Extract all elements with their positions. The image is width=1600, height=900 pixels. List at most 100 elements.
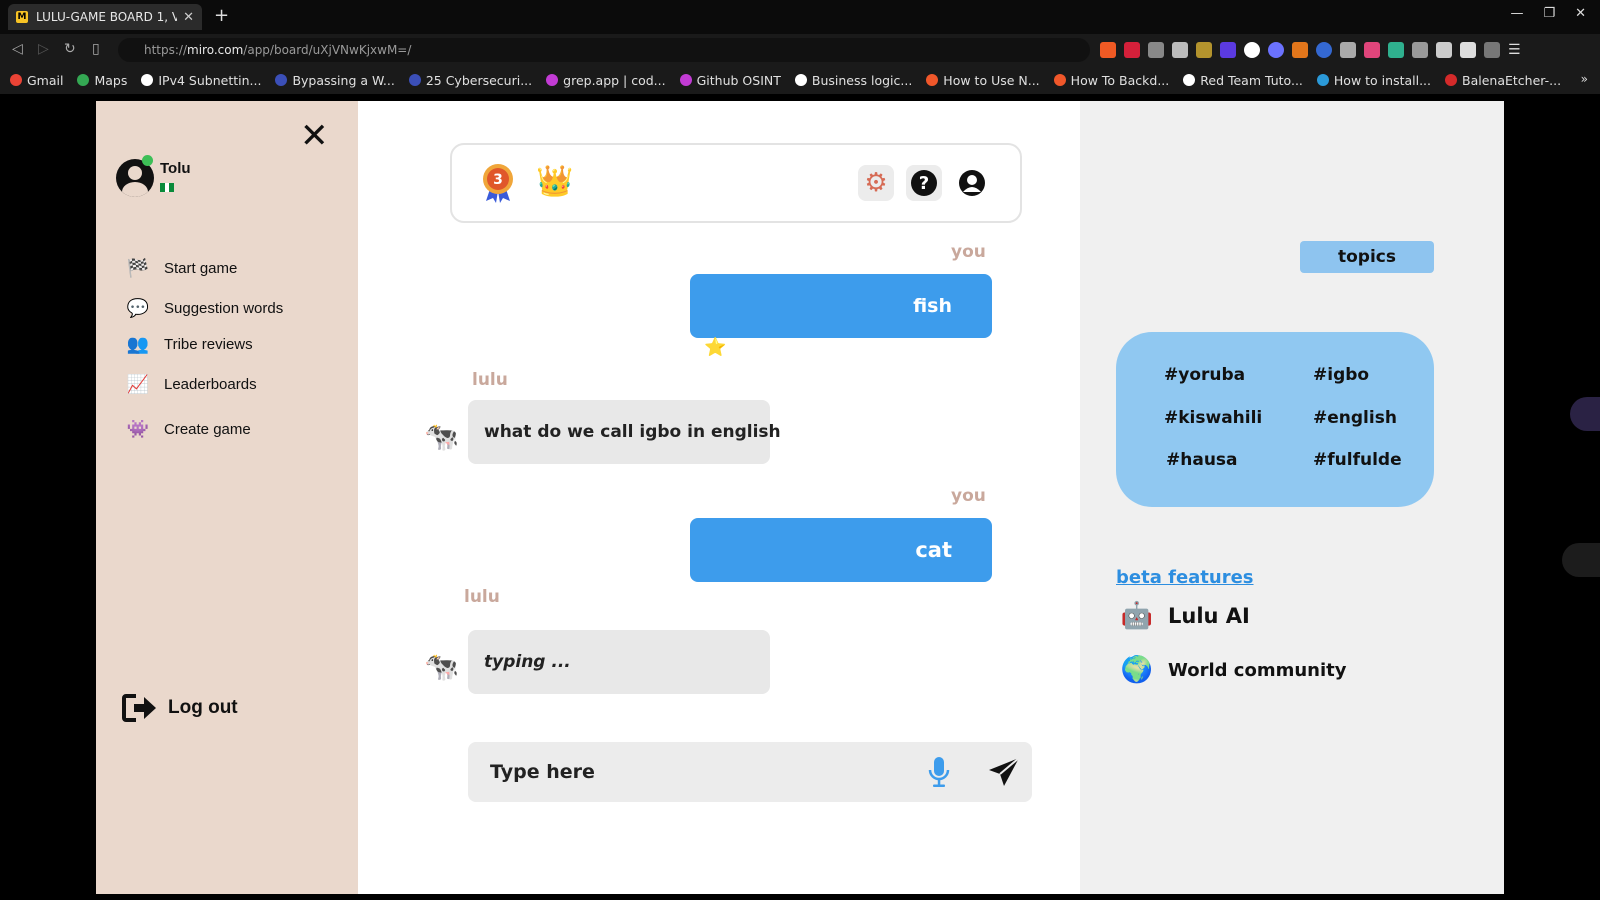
bookmark-label: 25 Cybersecuri... xyxy=(425,72,533,88)
back-icon[interactable]: ◁ xyxy=(12,41,23,57)
star-reaction-icon[interactable]: ⭐ xyxy=(704,339,726,357)
window-close-icon[interactable]: ✕ xyxy=(1575,6,1586,21)
bookmark-item[interactable]: Bypassing a W... xyxy=(275,73,395,88)
brave-shield-icon[interactable] xyxy=(1100,42,1116,58)
restore-icon[interactable]: ❐ xyxy=(1543,6,1555,21)
url-host: miro.com xyxy=(187,43,244,57)
bookmark-page-icon[interactable]: ▯ xyxy=(92,41,100,57)
beta-features-link[interactable]: beta features xyxy=(1116,567,1254,588)
browser-tab-strip: M LULU-GAME BOARD 1, Vi ✕ + — ❐ ✕ xyxy=(0,0,1600,34)
bookmark-item[interactable]: How to Use N... xyxy=(926,72,1040,88)
sidebar-item-start-game[interactable]: 🏁 Start game xyxy=(126,256,238,280)
bookmark-label: Gmail xyxy=(27,72,64,88)
bookmark-item[interactable]: Gmail xyxy=(10,73,63,88)
sidebar-item-create-game[interactable]: 👾 Create game xyxy=(126,417,251,441)
microphone-icon[interactable] xyxy=(926,756,952,788)
bookmark-item[interactable]: 25 Cybersecuri... xyxy=(408,72,533,88)
bookmark-item[interactable]: BalenaEtcher-... xyxy=(1445,73,1561,88)
extension-icon[interactable] xyxy=(1148,42,1164,58)
extension-icon[interactable] xyxy=(1460,42,1476,58)
message-composer xyxy=(468,742,1032,802)
extension-icon[interactable] xyxy=(1388,42,1404,58)
brave-rewards-icon[interactable] xyxy=(1124,42,1140,58)
extension-icon[interactable] xyxy=(1196,42,1212,58)
bookmark-item[interactable]: Github OSINT xyxy=(679,73,781,88)
topic-tag-igbo[interactable]: #igbo xyxy=(1313,365,1369,385)
bookmark-item[interactable]: IPv4 Subnettin... xyxy=(141,73,261,88)
lulu-bot-avatar-icon: 🐄 xyxy=(424,650,459,683)
topic-tag-yoruba[interactable]: #yoruba xyxy=(1164,365,1245,385)
topic-tag-kiswahili[interactable]: #kiswahili xyxy=(1164,408,1262,428)
topic-tag-english[interactable]: #english xyxy=(1313,408,1397,428)
extension-icon[interactable] xyxy=(1244,42,1260,58)
sidebar-toggle-icon[interactable] xyxy=(1436,42,1452,58)
sidebar-item-leaderboards[interactable]: 📈 Leaderboards xyxy=(126,372,257,396)
url-bar[interactable]: https://miro.com/app/board/uXjVNwKjxwM=/ xyxy=(118,38,1090,62)
extension-icon[interactable] xyxy=(1316,42,1332,58)
puzzle-icon[interactable] xyxy=(1412,42,1428,58)
sender-label-lulu: lulu xyxy=(472,370,508,390)
sidebar: ✕ Tolu 🏁 Start game 💬 Suggestion words 👥 Trib… xyxy=(96,101,358,894)
lulu-app: ✕ Tolu 🏁 Start game 💬 Suggestion words 👥 Trib… xyxy=(96,101,1504,894)
tab-title: LULU-GAME BOARD 1, Vi xyxy=(36,10,178,24)
extension-icon[interactable] xyxy=(1220,42,1236,58)
new-tab-icon[interactable]: + xyxy=(214,5,229,26)
message-bubble-you: fish xyxy=(690,274,992,338)
bookmark-label: How to Use N... xyxy=(943,72,1040,88)
bookmark-favicon-icon xyxy=(141,74,154,86)
help-button[interactable]: ? xyxy=(906,165,942,201)
close-icon[interactable]: ✕ xyxy=(300,119,329,153)
feature-world-community[interactable]: 🌍 World community xyxy=(1120,655,1347,685)
extension-icon[interactable] xyxy=(1268,42,1284,58)
settings-button[interactable]: ⚙ xyxy=(858,165,894,201)
topic-tag-hausa[interactable]: #hausa xyxy=(1166,450,1238,470)
bookmark-label: How to install... xyxy=(1333,72,1432,88)
level-badge-icon[interactable]: 3 xyxy=(480,163,516,203)
bookmark-item[interactable]: How to install... xyxy=(1316,72,1432,88)
tab-close-icon[interactable]: ✕ xyxy=(183,10,194,25)
assistant-bot-icon[interactable] xyxy=(1562,543,1600,577)
account-button[interactable] xyxy=(954,165,990,201)
ai-sparkle-icon[interactable] xyxy=(1570,397,1600,431)
bookmark-item[interactable]: Maps xyxy=(77,73,127,88)
miro-favicon-icon: M xyxy=(16,11,28,23)
sidebar-item-label: Start game xyxy=(164,259,238,277)
extension-icon[interactable] xyxy=(1340,42,1356,58)
sidebar-item-suggestion-words[interactable]: 💬 Suggestion words xyxy=(126,296,283,320)
bookmark-favicon-icon xyxy=(926,74,939,86)
bookmark-item[interactable]: grep.app | cod... xyxy=(546,73,666,88)
typing-indicator: typing ... xyxy=(468,630,770,694)
speech-bubble-icon: 💬 xyxy=(126,297,150,318)
extension-icon[interactable] xyxy=(1364,42,1380,58)
bookmarks-overflow-icon[interactable]: » xyxy=(1581,72,1588,86)
bookmark-item[interactable]: How To Backd... xyxy=(1053,73,1169,88)
browser-tab[interactable]: M LULU-GAME BOARD 1, Vi ✕ xyxy=(8,4,202,30)
sidebar-item-tribe-reviews[interactable]: 👥 Tribe reviews xyxy=(126,332,253,356)
forward-icon[interactable]: ▷ xyxy=(38,41,49,57)
bookmark-item[interactable]: Business logic... xyxy=(794,73,912,88)
minimize-icon[interactable]: — xyxy=(1510,6,1523,21)
topic-tag-fulfulde[interactable]: #fulfulde xyxy=(1313,450,1402,470)
topics-button[interactable]: topics xyxy=(1300,241,1434,273)
chart-icon: 📈 xyxy=(126,373,150,394)
logout-button[interactable]: Log out xyxy=(122,693,238,723)
wallet-icon[interactable] xyxy=(1484,42,1500,58)
crown-icon[interactable]: 👑 xyxy=(536,167,573,197)
metamask-icon[interactable] xyxy=(1292,42,1308,58)
svg-text:?: ? xyxy=(919,173,929,194)
bookmark-favicon-icon xyxy=(1445,74,1458,86)
menu-icon[interactable]: ☰ xyxy=(1508,42,1524,58)
reload-icon[interactable]: ↻ xyxy=(64,41,76,57)
feature-lulu-ai[interactable]: 🤖 Lulu AI xyxy=(1120,601,1250,631)
send-icon[interactable] xyxy=(988,757,1020,787)
bookmark-item[interactable]: Red Team Tuto... xyxy=(1183,73,1303,88)
sidebar-item-label: Suggestion words xyxy=(164,299,284,317)
topics-card: #yoruba #igbo #kiswahili #english #hausa… xyxy=(1116,332,1434,507)
logout-label: Log out xyxy=(168,697,238,718)
url-path: /app/board/uXjVNwKjxwM=/ xyxy=(243,43,412,57)
sidebar-item-label: Leaderboards xyxy=(164,375,257,393)
sidebar-item-label: Create game xyxy=(164,420,251,438)
extension-icon[interactable] xyxy=(1172,42,1188,58)
bookmark-favicon-icon xyxy=(546,74,559,86)
message-input[interactable] xyxy=(490,756,910,788)
